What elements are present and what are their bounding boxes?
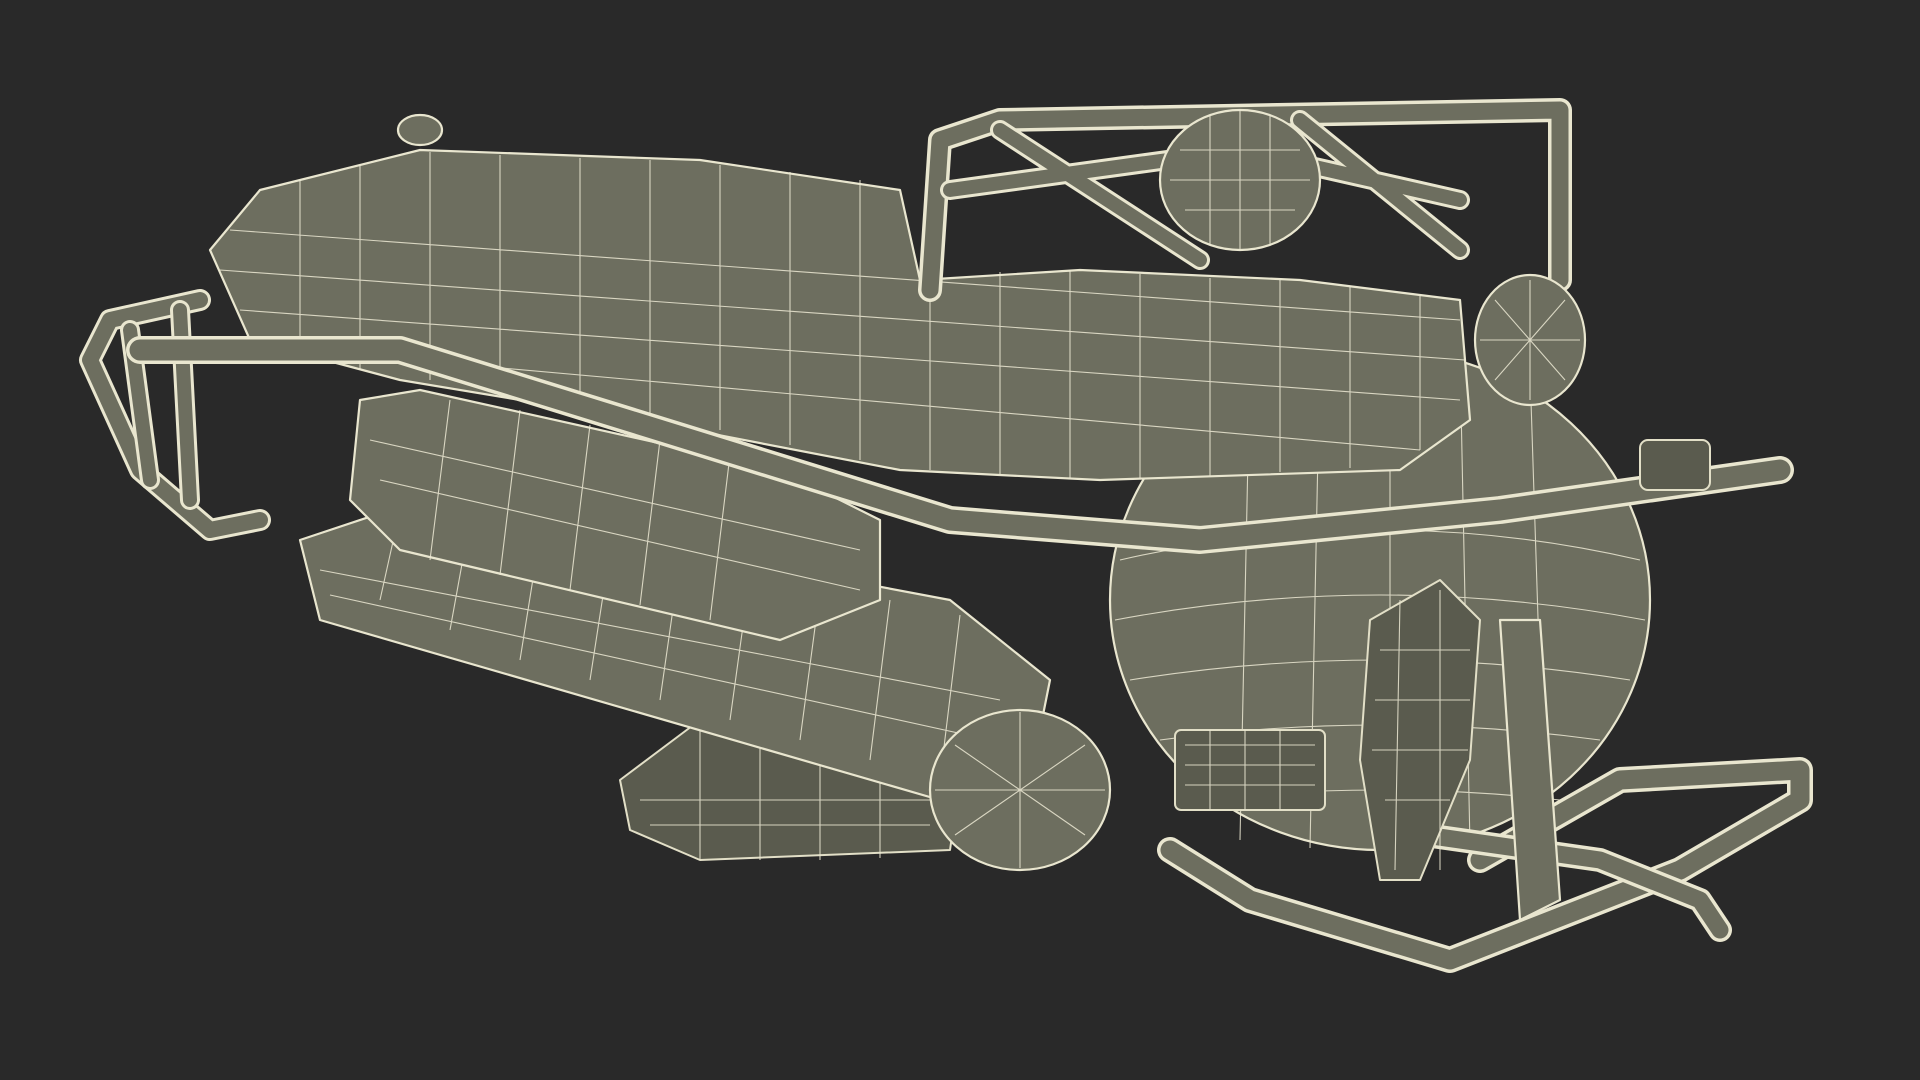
render-viewport [0, 0, 1920, 1080]
manipulator-arm [1359, 579, 1562, 922]
rear-frame [79, 289, 271, 541]
top-dome [396, 113, 444, 147]
thruster-pod [928, 708, 1112, 872]
top-roll-cage [918, 98, 1572, 302]
submersible-wireframe [79, 98, 1813, 973]
